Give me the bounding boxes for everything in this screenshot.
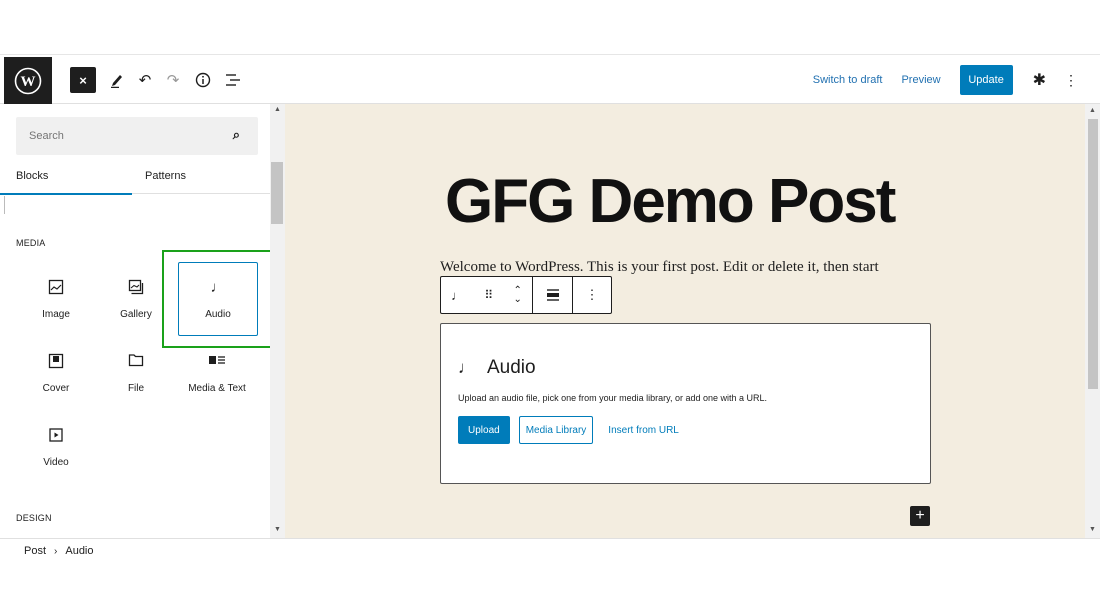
paragraph-block[interactable]: Welcome to WordPress. This is your first… (440, 259, 879, 276)
file-icon (128, 353, 144, 371)
editor-app: W × ↶ ↷ Switch to draft Preview Update ✱… (0, 54, 1100, 562)
block-label: Video (43, 457, 69, 468)
drag-handle-icon[interactable]: ⠿ (484, 288, 493, 302)
search-icon[interactable]: ⌕ (233, 127, 240, 143)
editor-canvas: GFG Demo Post Welcome to WordPress. This… (285, 104, 1085, 538)
redo-icon[interactable]: ↷ (164, 67, 182, 93)
search-input[interactable]: Search ⌕ (16, 117, 258, 155)
close-inserter-button[interactable]: × (70, 67, 96, 93)
wordpress-logo-icon[interactable]: W (4, 57, 52, 105)
category-media-heading: MEDIA (16, 238, 46, 248)
insert-from-url-button[interactable]: Insert from URL (608, 425, 679, 436)
cover-icon (48, 353, 64, 371)
image-icon (48, 279, 64, 297)
cursor-mark (4, 196, 5, 214)
category-design-heading: DESIGN (16, 513, 52, 523)
video-icon (48, 427, 64, 445)
svg-text:W: W (21, 74, 36, 90)
add-block-plus-icon[interactable]: + (910, 506, 930, 526)
tools-pencil-icon[interactable] (108, 67, 126, 93)
audio-block-heading: ♩ Audio (458, 357, 536, 379)
block-label: Cover (42, 383, 70, 394)
audio-icon: ♩ (458, 358, 475, 377)
details-info-icon[interactable] (193, 67, 213, 93)
canvas-scrollbar-thumb[interactable] (1088, 119, 1098, 389)
top-toolbar: W × ↶ ↷ Switch to draft Preview Update ✱… (0, 54, 1100, 105)
media-text-icon (208, 353, 226, 371)
scroll-up-arrow-icon[interactable]: ▲ (274, 106, 281, 113)
block-toolbar-group: ♩ ⠿ ⌃ ⌄ (441, 277, 533, 313)
tab-patterns[interactable]: Patterns (145, 170, 186, 182)
list-view-icon[interactable] (223, 67, 243, 93)
media-library-button[interactable]: Media Library (518, 416, 594, 444)
preview-button[interactable]: Preview (901, 74, 940, 86)
update-button[interactable]: Update (959, 65, 1013, 95)
audio-block-actions: Upload Media Library Insert from URL (458, 416, 679, 444)
breadcrumb-post[interactable]: Post (24, 545, 46, 557)
audio-block-description: Upload an audio file, pick one from your… (458, 393, 767, 403)
block-options-icon[interactable]: ⋮ (573, 277, 611, 313)
block-cover[interactable]: Cover (17, 337, 95, 407)
upload-button[interactable]: Upload (458, 416, 510, 444)
block-label: Image (42, 309, 70, 320)
block-label: Media & Text (188, 383, 246, 394)
audio-placeholder-block: ♩ Audio Upload an audio file, pick one f… (440, 323, 931, 484)
canvas-scroll-down-arrow-icon[interactable]: ▼ (1089, 526, 1096, 533)
switch-to-draft-button[interactable]: Switch to draft (813, 74, 883, 86)
block-video[interactable]: Video (17, 411, 95, 481)
inserter-tabs: Blocks Patterns (0, 163, 270, 195)
sidebar-scrollbar-thumb[interactable] (271, 162, 283, 224)
search-placeholder: Search (29, 130, 64, 142)
top-actions: Switch to draft Preview Update ✱ ⋮ (813, 55, 1100, 105)
audio-block-title: Audio (487, 357, 536, 378)
scroll-down-arrow-icon[interactable]: ▼ (274, 526, 281, 533)
gallery-icon (128, 279, 144, 297)
move-up-down-icon[interactable]: ⌃ ⌄ (513, 286, 521, 305)
audio-highlight-box (162, 250, 275, 348)
align-icon[interactable] (533, 277, 573, 313)
tab-blocks[interactable]: Blocks (16, 170, 48, 182)
settings-gear-icon[interactable]: ✱ (1033, 70, 1046, 90)
block-image[interactable]: Image (17, 263, 95, 333)
breadcrumb: Post › Audio (24, 545, 94, 557)
block-inserter-panel: Search ⌕ Blocks Patterns MEDIA Image Gal… (0, 104, 285, 538)
active-tab-indicator (0, 193, 132, 195)
audio-icon[interactable]: ♩ (451, 288, 464, 303)
options-menu-icon[interactable]: ⋮ (1064, 72, 1078, 89)
block-breadcrumb-bar: Post › Audio (0, 538, 1100, 562)
post-title[interactable]: GFG Demo Post (445, 166, 896, 237)
breadcrumb-audio[interactable]: Audio (65, 545, 93, 557)
block-label: Gallery (120, 309, 152, 320)
block-label: File (127, 383, 145, 394)
undo-icon[interactable]: ↶ (136, 67, 154, 93)
block-toolbar: ♩ ⠿ ⌃ ⌄ ⋮ (440, 276, 612, 314)
chevron-right-icon: › (54, 545, 58, 557)
canvas-scroll-up-arrow-icon[interactable]: ▲ (1089, 107, 1096, 114)
